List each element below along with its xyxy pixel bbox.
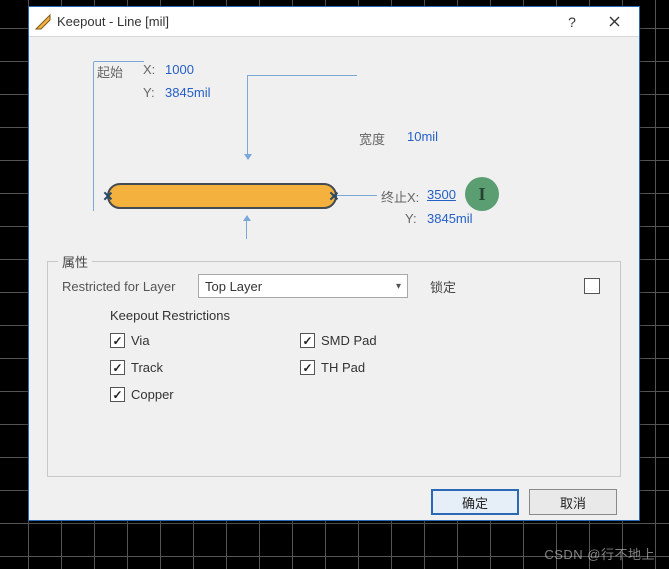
restriction-via-label: Via — [131, 333, 150, 348]
width-arrow-bottom — [243, 215, 251, 221]
restriction-track-label: Track — [131, 360, 163, 375]
close-icon — [609, 16, 620, 27]
watermark: CSDN @行不地上 — [544, 544, 655, 563]
restriction-th[interactable]: TH Pad — [300, 360, 450, 375]
layer-select-value: Top Layer — [205, 279, 262, 294]
end-y-label: Y: — [405, 211, 417, 226]
chevron-down-icon: ▾ — [396, 281, 401, 292]
restriction-smd[interactable]: SMD Pad — [300, 333, 450, 348]
start-label: 起始 — [97, 62, 123, 81]
width-leader-bottom — [246, 221, 247, 239]
keepout-line-dialog: Keepout - Line [mil] ? 起始 X: 1000 Y: 384… — [28, 6, 640, 521]
end-leader — [337, 195, 377, 196]
ok-button[interactable]: 确定 — [431, 489, 519, 515]
app-ruler-icon — [35, 14, 51, 30]
width-label: 宽度 — [359, 129, 385, 148]
end-x-value[interactable]: 3500 — [427, 187, 456, 202]
start-y-value[interactable]: 3845mil — [165, 85, 211, 100]
lock-checkbox[interactable] — [584, 278, 600, 294]
ok-button-label: 确定 — [462, 493, 488, 512]
checkbox-icon — [110, 387, 125, 402]
start-x-label: X: — [143, 62, 155, 77]
restriction-track[interactable]: Track — [110, 360, 260, 375]
end-x-label: 终止X: — [381, 187, 419, 206]
restricted-layer-label: Restricted for Layer — [62, 279, 190, 294]
start-x-value[interactable]: 1000 — [165, 62, 194, 77]
restriction-smd-label: SMD Pad — [321, 333, 377, 348]
cancel-button-label: 取消 — [560, 493, 586, 512]
help-button[interactable]: ? — [551, 8, 593, 36]
restriction-th-label: TH Pad — [321, 360, 365, 375]
end-y-value[interactable]: 3845mil — [427, 211, 473, 226]
checkbox-icon — [110, 360, 125, 375]
start-y-label: Y: — [143, 85, 155, 100]
layer-select[interactable]: Top Layer ▾ — [198, 274, 408, 298]
restrictions-grid: Via SMD Pad Track TH Pad Copper — [110, 333, 606, 402]
start-point-marker — [105, 193, 111, 199]
restriction-via[interactable]: Via — [110, 333, 260, 348]
text-cursor-indicator: I — [465, 177, 499, 211]
width-value[interactable]: 10mil — [407, 129, 438, 144]
line-shape — [107, 183, 337, 209]
window-title: Keepout - Line [mil] — [57, 14, 551, 29]
checkbox-icon — [300, 333, 315, 348]
line-diagram: 起始 X: 1000 Y: 3845mil 宽度 10mil 终止X: 3500… — [47, 47, 621, 257]
titlebar: Keepout - Line [mil] ? — [29, 7, 639, 37]
restrictions-header: Keepout Restrictions — [110, 308, 606, 323]
checkbox-icon — [110, 333, 125, 348]
end-point-marker — [331, 193, 337, 199]
checkbox-icon — [300, 360, 315, 375]
width-leader-top — [247, 75, 357, 159]
restriction-copper-label: Copper — [131, 387, 174, 402]
dialog-button-bar: 确定 取消 — [47, 477, 621, 515]
restriction-copper[interactable]: Copper — [110, 387, 260, 402]
properties-fieldset: 属性 Restricted for Layer Top Layer ▾ 锁定 K… — [47, 261, 621, 477]
properties-legend: 属性 — [58, 252, 92, 271]
cancel-button[interactable]: 取消 — [529, 489, 617, 515]
lock-label: 锁定 — [430, 277, 456, 296]
close-button[interactable] — [593, 8, 635, 36]
